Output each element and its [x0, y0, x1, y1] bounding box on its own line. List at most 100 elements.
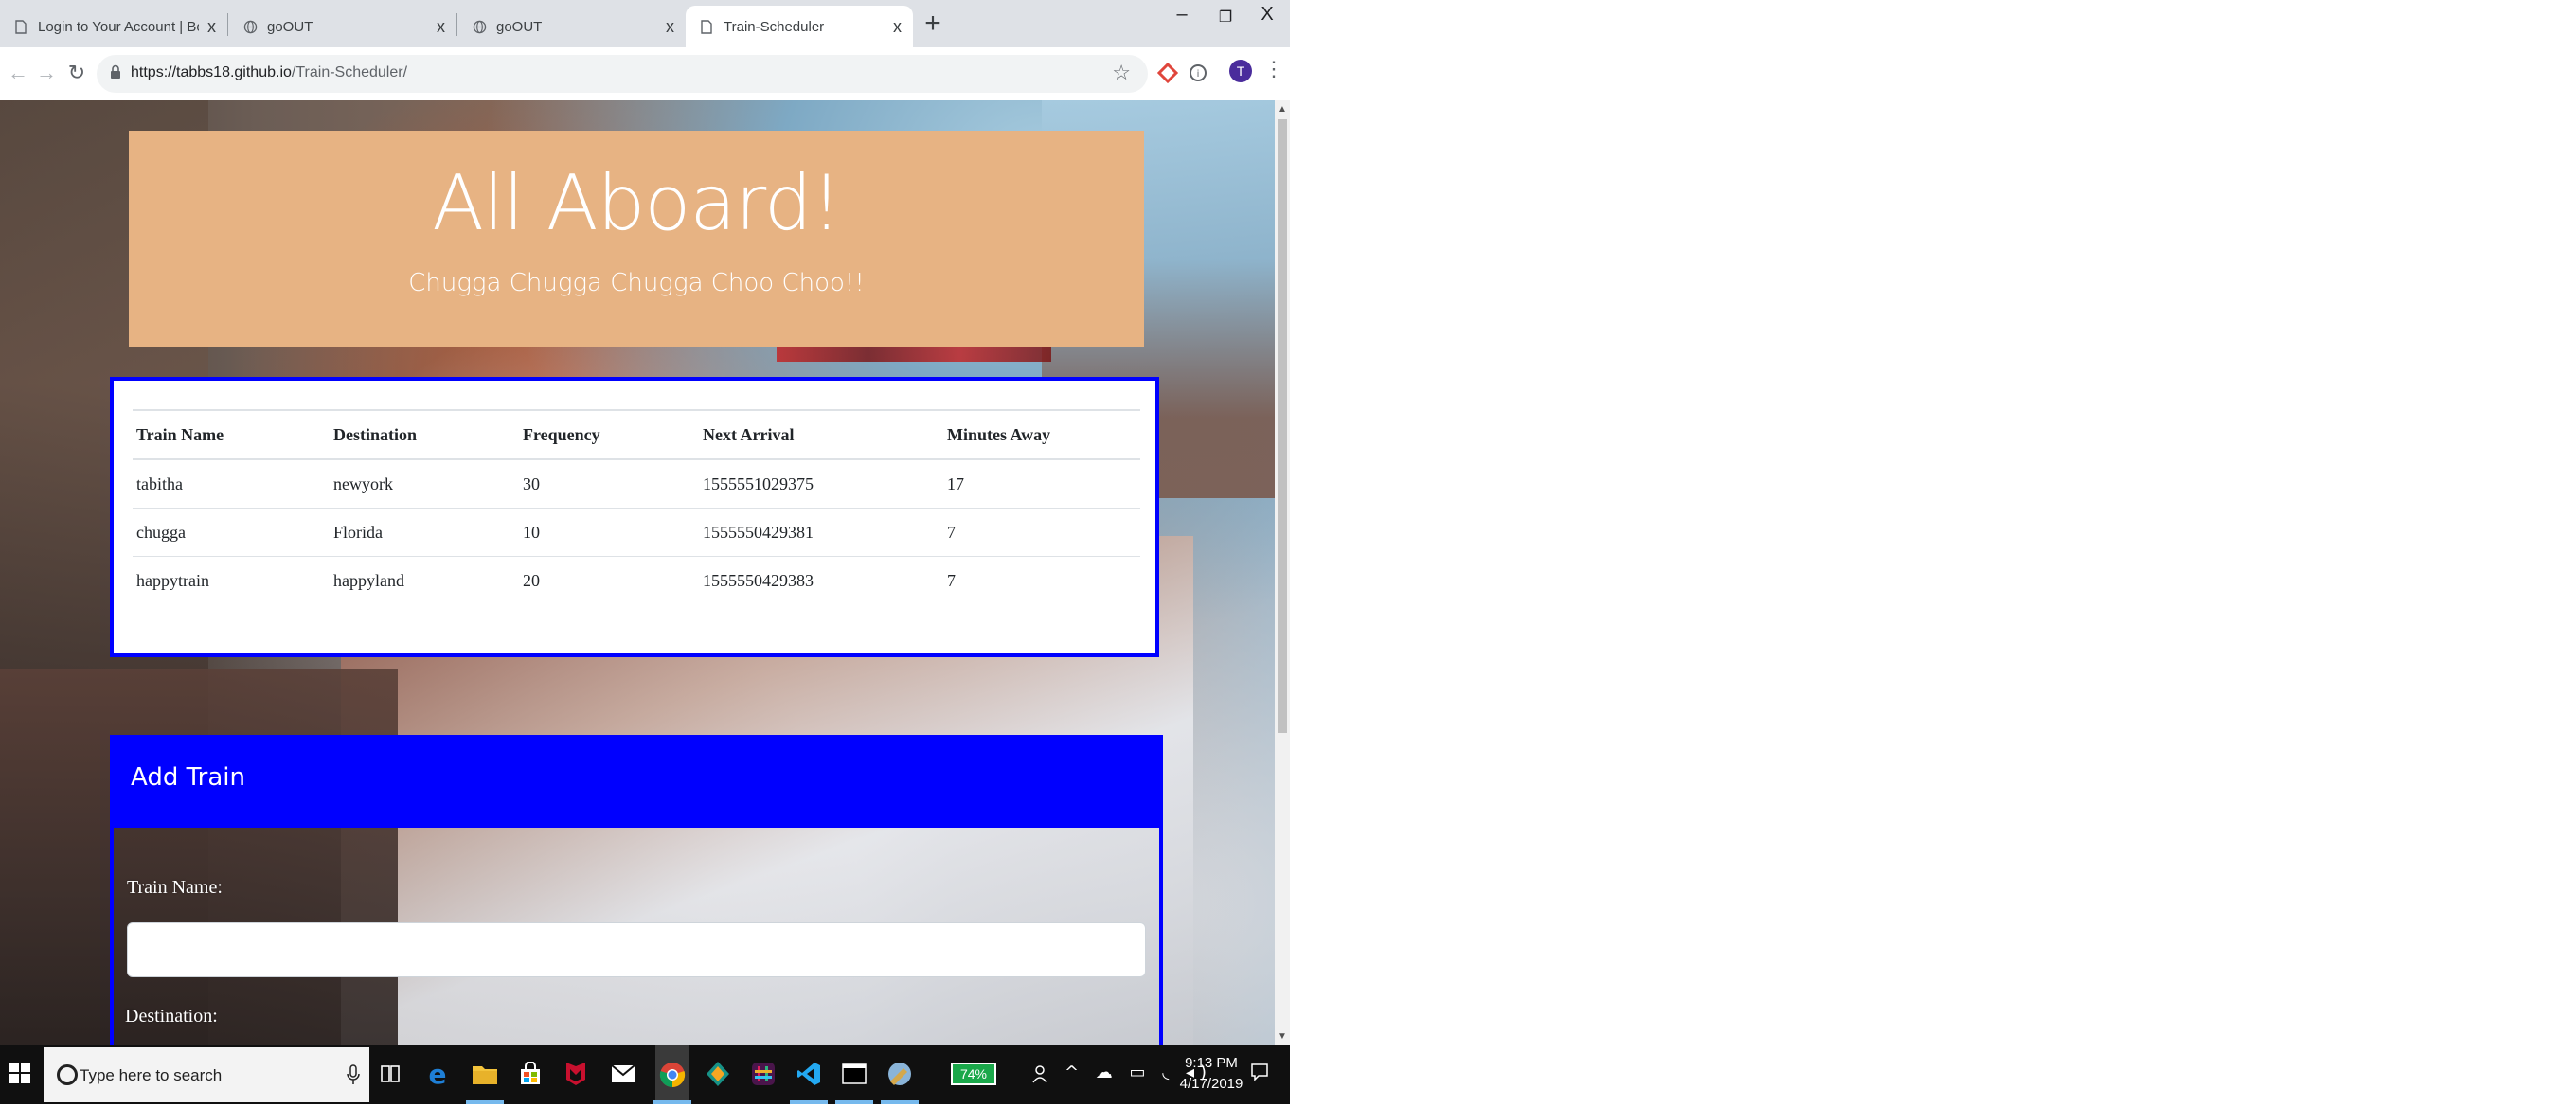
people-icon[interactable] — [1027, 1059, 1057, 1089]
edge-browser-icon[interactable]: e — [422, 1059, 453, 1089]
taskbar-search-placeholder: Type here to search — [80, 1066, 223, 1084]
tab-label: Train-Scheduler — [724, 18, 825, 35]
tab-goout-2[interactable]: goOUT x — [458, 6, 686, 47]
scroll-up-arrow-icon[interactable]: ▲ — [1278, 104, 1287, 115]
profile-avatar[interactable]: T — [1229, 60, 1252, 82]
task-view-icon[interactable] — [375, 1059, 405, 1089]
close-icon[interactable]: x — [666, 17, 674, 37]
store-icon[interactable] — [515, 1059, 546, 1089]
cell-frequency: 10 — [519, 508, 699, 557]
add-train-panel — [110, 735, 1163, 1045]
cell-train-name: tabitha — [133, 459, 330, 509]
active-app-indicator — [835, 1100, 873, 1104]
column-header-destination: Destination — [330, 409, 519, 460]
app-icon[interactable] — [885, 1059, 915, 1089]
screenshot: Login to Your Account | Bootcam x goOUT … — [0, 0, 1290, 1104]
close-icon[interactable]: x — [437, 17, 445, 37]
table-row: tabitha newyork 30 1555551029375 17 — [133, 459, 1140, 509]
page-icon — [699, 19, 714, 34]
tab-strip: Login to Your Account | Bootcam x goOUT … — [0, 0, 1290, 47]
taskbar-clock[interactable]: 9:13 PM 4/17/2019 — [1178, 1053, 1244, 1095]
close-icon[interactable]: x — [207, 17, 216, 37]
vscode-icon[interactable] — [794, 1059, 824, 1089]
mcafee-icon[interactable] — [561, 1059, 591, 1089]
train-schedule-table: Train Name Destination Frequency Next Ar… — [133, 409, 1140, 604]
action-center-icon[interactable] — [1250, 1063, 1269, 1087]
restore-button[interactable]: ❐ — [1207, 8, 1244, 27]
cell-next-arrival: 1555550429383 — [703, 570, 814, 590]
active-app-indicator — [466, 1100, 504, 1104]
new-tab-button[interactable]: + — [919, 8, 947, 40]
tab-separator — [227, 13, 228, 36]
cell-minutes-away: 17 — [943, 459, 1140, 509]
cortana-icon — [57, 1064, 78, 1085]
tab-label: goOUT — [267, 18, 313, 35]
back-arrow-icon[interactable]: ← — [6, 61, 30, 85]
table-row: happytrain happyland 20 1555550429383 7 — [133, 557, 1140, 605]
page-icon — [13, 19, 28, 34]
taskbar-search-box[interactable]: Type here to search — [44, 1047, 369, 1102]
cell-minutes-away: 7 — [943, 508, 1140, 557]
active-app-indicator — [881, 1100, 919, 1104]
globe-icon — [472, 19, 487, 34]
table-row: chugga Florida 10 1555550429381 7 — [133, 508, 1140, 557]
window-close-button[interactable]: X — [1248, 4, 1286, 26]
tab-goout-1[interactable]: goOUT x — [229, 6, 456, 47]
slack-icon[interactable] — [748, 1059, 778, 1089]
chrome-icon[interactable] — [655, 1045, 689, 1104]
kebab-menu-icon[interactable]: ⋮ — [1263, 57, 1284, 81]
url-path: /Train-Scheduler/ — [291, 64, 408, 80]
tab-train-scheduler[interactable]: Train-Scheduler x — [686, 6, 913, 47]
column-header-train-name: Train Name — [133, 409, 330, 460]
table-header-row: Train Name Destination Frequency Next Ar… — [133, 409, 1140, 460]
reload-icon[interactable]: ↻ — [64, 61, 89, 85]
svg-text:i: i — [1197, 69, 1200, 80]
tab-label: Login to Your Account | Bootcam — [38, 18, 199, 35]
column-header-minutes-away: Minutes Away — [943, 409, 1140, 460]
tab-label: goOUT — [496, 18, 543, 35]
browser-toolbar: ← → ↻ https://tabbs18.github.io/Train-Sc… — [0, 47, 1290, 101]
cell-frequency: 20 — [523, 570, 540, 590]
tab-bootcamp-login[interactable]: Login to Your Account | Bootcam x — [0, 6, 227, 47]
cell-destination: happyland — [333, 570, 404, 590]
train-name-input[interactable] — [127, 922, 1146, 977]
forward-arrow-icon[interactable]: → — [34, 61, 59, 85]
scrollbar-thumb[interactable] — [1278, 119, 1287, 733]
column-header-frequency: Frequency — [519, 409, 699, 460]
bookmark-star-icon[interactable]: ☆ — [1112, 61, 1131, 85]
windows-start-icon[interactable] — [9, 1063, 30, 1088]
destination-label: Destination: — [125, 1006, 218, 1027]
gitkraken-icon[interactable] — [703, 1059, 733, 1089]
globe-icon — [242, 19, 258, 34]
scroll-down-arrow-icon[interactable]: ▼ — [1278, 1031, 1287, 1042]
cell-train-name: happytrain — [136, 570, 209, 590]
page-viewport: All Aboard! Chugga Chugga Chugga Choo Ch… — [0, 100, 1275, 1045]
page-scrollbar[interactable]: ▲ ▼ — [1275, 100, 1290, 1045]
train-name-label: Train Name: — [127, 877, 223, 898]
extension-icon[interactable]: i — [1188, 63, 1208, 88]
cell-minutes-away: 7 — [947, 570, 956, 590]
train-schedule-panel: Train Name Destination Frequency Next Ar… — [110, 377, 1159, 657]
extension-icon[interactable] — [1156, 62, 1179, 88]
cell-next-arrival: 1555550429381 — [699, 508, 943, 557]
tab-separator — [456, 13, 457, 36]
clock-time: 9:13 PM — [1185, 1055, 1238, 1071]
lock-icon — [110, 64, 121, 84]
terminal-icon[interactable] — [839, 1059, 869, 1089]
mail-icon[interactable] — [608, 1059, 638, 1089]
minimize-button[interactable]: – — [1163, 4, 1201, 26]
page-title: All Aboard! — [432, 159, 841, 247]
active-app-indicator — [790, 1100, 828, 1104]
microphone-icon[interactable] — [347, 1064, 360, 1090]
url-text: https://tabbs18.github.io/Train-Schedule… — [131, 64, 407, 81]
close-icon[interactable]: x — [893, 17, 902, 37]
cell-destination: Florida — [330, 508, 519, 557]
file-explorer-icon[interactable] — [470, 1059, 500, 1089]
page-subtitle: Chugga Chugga Chugga Choo Choo!! — [408, 269, 865, 297]
clock-date: 4/17/2019 — [1179, 1076, 1243, 1092]
active-app-indicator — [653, 1100, 691, 1104]
column-header-next-arrival: Next Arrival — [699, 409, 943, 460]
cell-destination: newyork — [330, 459, 519, 509]
battery-widget[interactable]: 74% — [951, 1063, 996, 1085]
address-bar[interactable]: https://tabbs18.github.io/Train-Schedule… — [97, 55, 1148, 93]
